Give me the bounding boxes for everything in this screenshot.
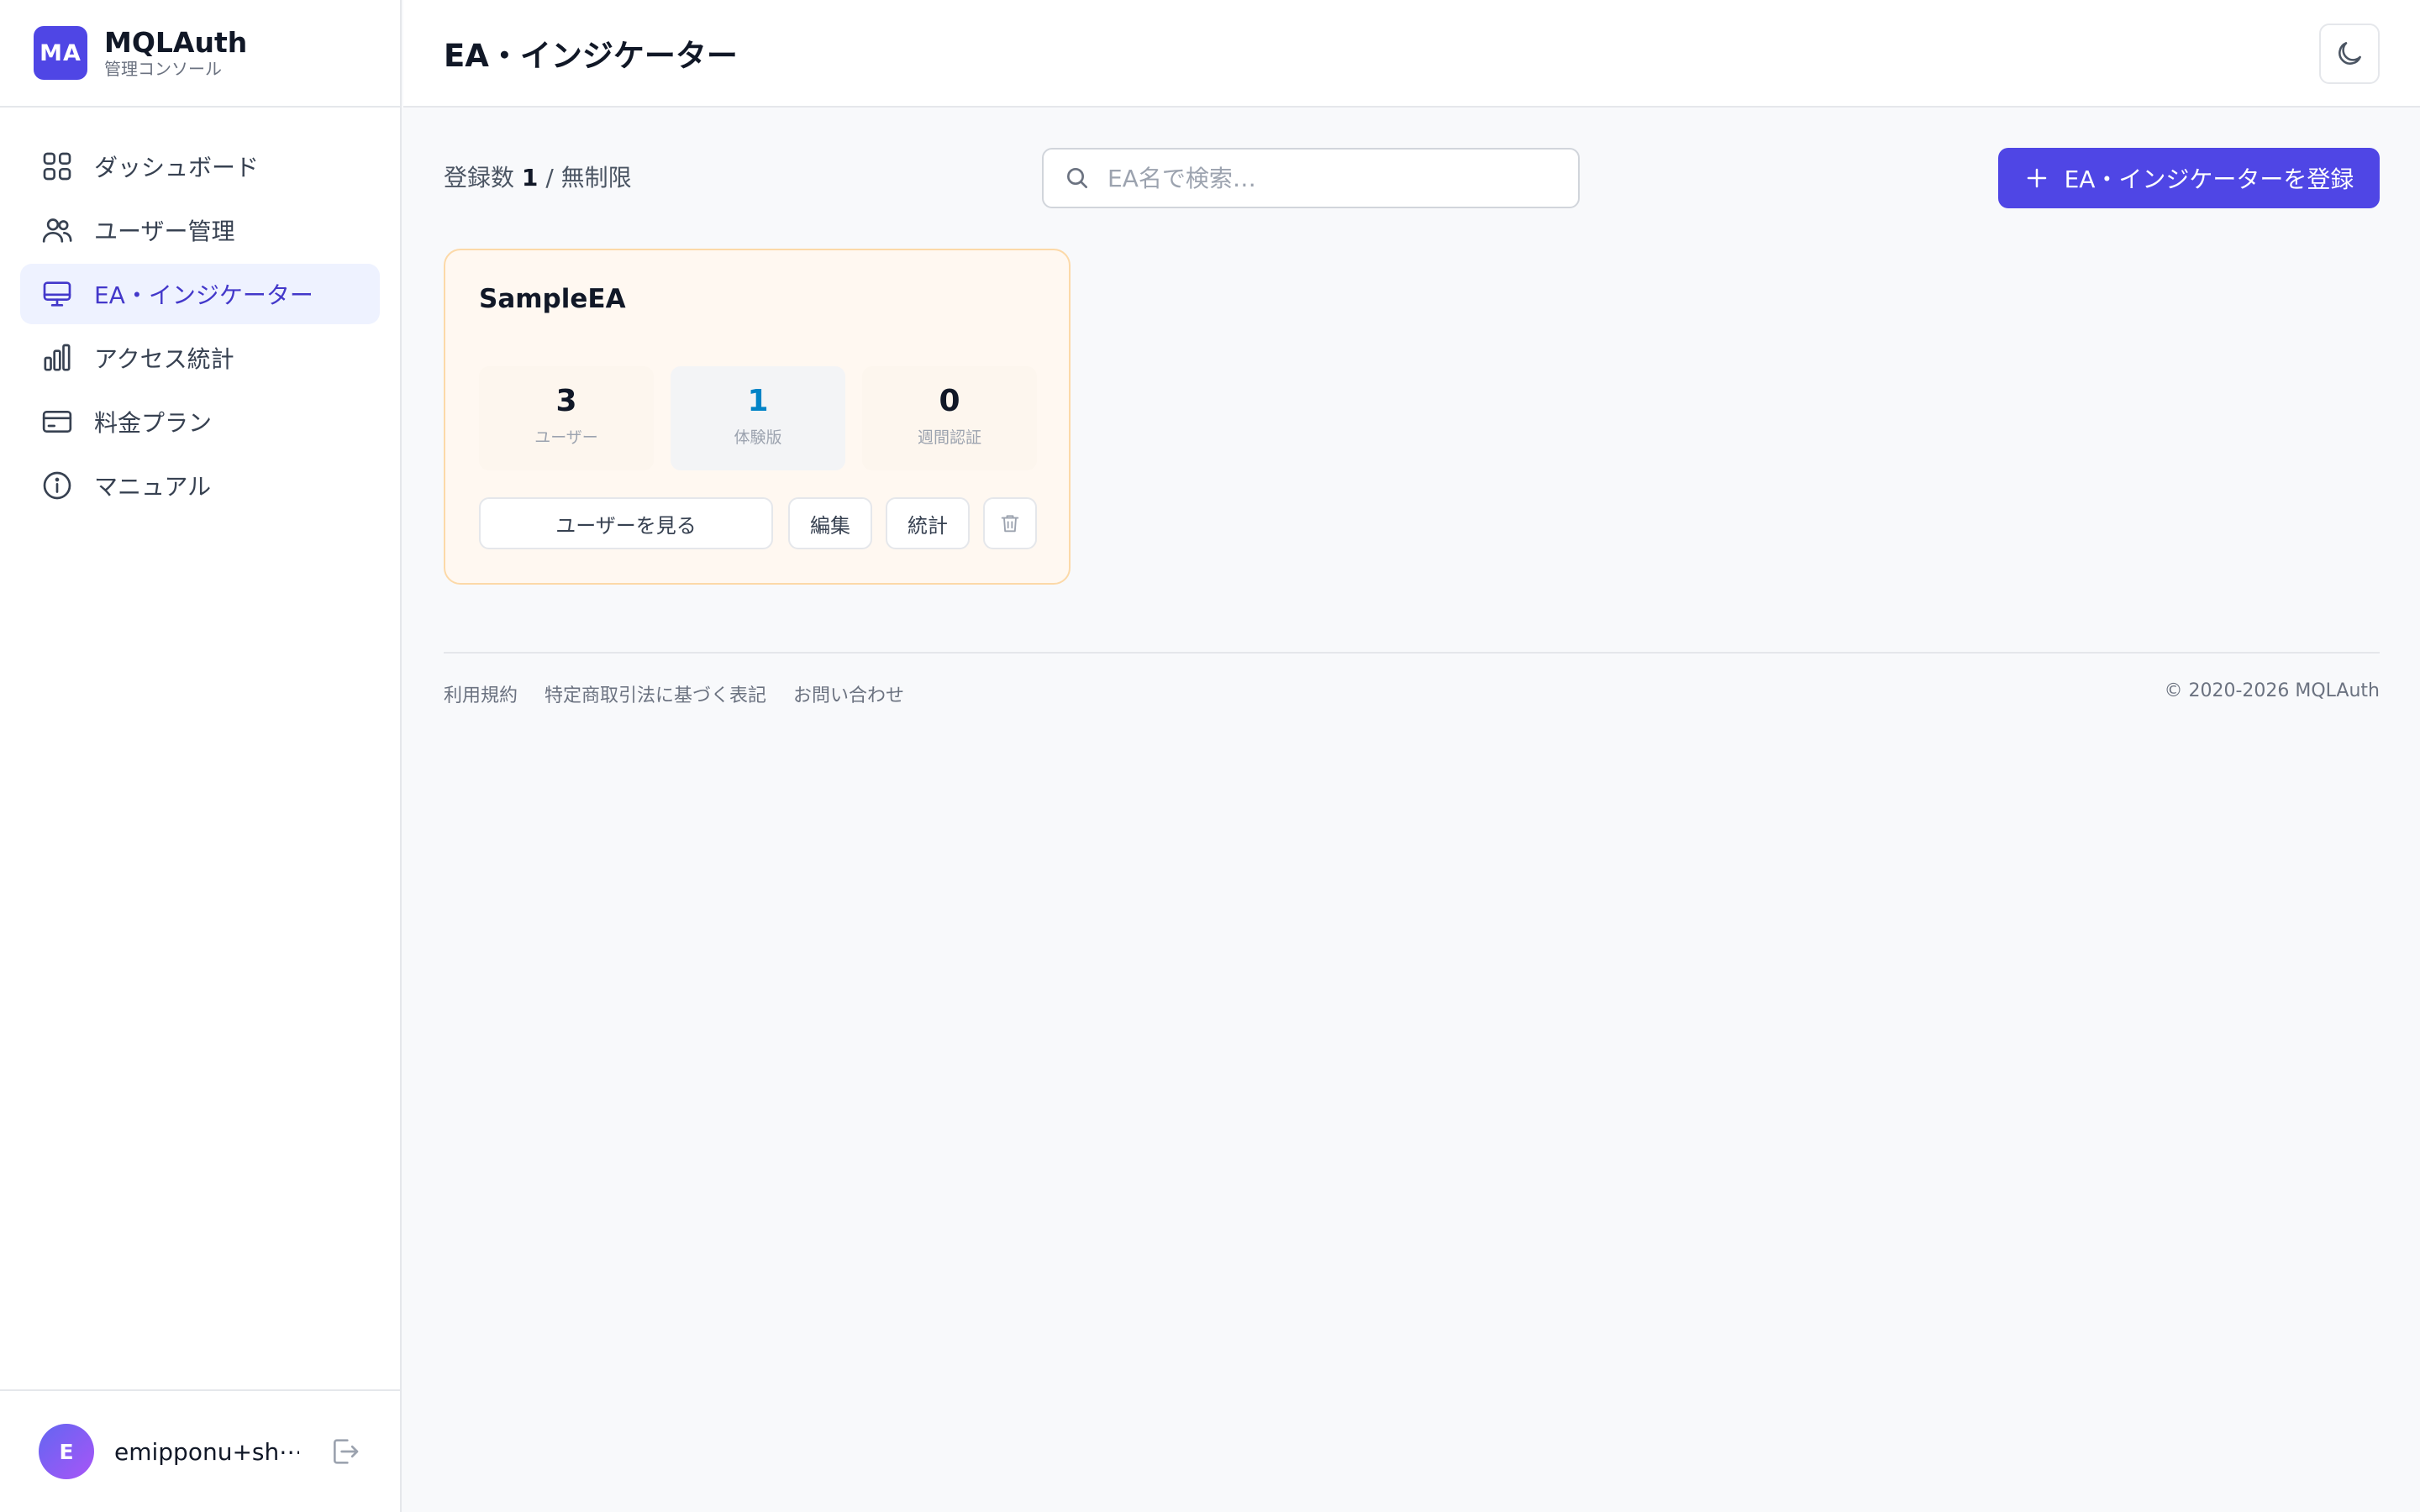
grid-icon [40,150,74,183]
sidebar-item-label: EA・インジケーター [94,281,313,309]
view-users-button[interactable]: ユーザーを見る [479,497,773,549]
sidebar-item-label: マニュアル [94,473,212,501]
stat-value: 0 [939,384,960,418]
add-ea-label: EA・インジケーターを登録 [2064,165,2354,193]
footer-divider [444,652,2380,654]
brand-name: MQLAuth [104,26,248,59]
stat-label: 週間認証 [917,428,981,447]
footer-links: 利用規約 特定商取引法に基づく表記 お問い合わせ [444,680,931,707]
sidebar-item-label: 料金プラン [94,409,213,437]
sidebar: MA MQLAuth 管理コンソール ダッシュボード ユーザー管理 EA・インジ… [0,0,402,1512]
stat-label: 体験版 [734,428,782,447]
moon-icon [2338,42,2361,65]
avatar[interactable]: E [39,1424,94,1479]
stat-value: 1 [747,384,769,418]
stat-trial: 1 体験版 [671,366,845,470]
count-value: 1 [521,164,539,192]
monitor-icon [40,277,74,311]
search-icon [1067,168,1087,188]
info-icon [40,469,74,502]
page-title: EA・インジケーター [444,38,738,74]
plus-icon [2027,168,2046,188]
stat-weekly-auth: 0 週間認証 [862,366,1037,470]
user-profile: E emipponu+sh⋯ [0,1389,400,1512]
sidebar-item-label: アクセス統計 [94,345,234,373]
sidebar-nav: ダッシュボード ユーザー管理 EA・インジケーター アクセス統計 料金プラン マ… [0,108,400,516]
delete-button[interactable] [983,497,1037,549]
users-icon [40,213,74,247]
sidebar-item-dashboard[interactable]: ダッシュボード [20,136,380,197]
search-box [1042,148,1580,208]
sidebar-item-access-stats[interactable]: アクセス統計 [20,328,380,388]
brand-logo: MA [34,26,87,80]
sidebar-item-label: ユーザー管理 [94,218,235,245]
credit-card-icon [40,405,74,438]
stat-value: 3 [555,384,577,418]
stats-button[interactable]: 統計 [886,497,970,549]
bar-chart-icon [40,341,74,375]
sidebar-item-ea-indicators[interactable]: EA・インジケーター [20,264,380,324]
count-prefix: 登録数 [444,164,515,192]
copyright: © 2020-2026 MQLAuth [2164,680,2380,701]
brand-subtitle: 管理コンソール [104,59,222,79]
stat-label: ユーザー [534,428,598,447]
footer-link-terms[interactable]: 利用規約 [444,680,518,707]
top-header: EA・インジケーター [403,0,2420,108]
edit-button[interactable]: 編集 [788,497,872,549]
sidebar-item-users[interactable]: ユーザー管理 [20,200,380,260]
trash-icon [1001,515,1019,533]
sidebar-item-label: ダッシュボード [94,154,260,181]
footer-link-legal[interactable]: 特定商取引法に基づく表記 [544,680,766,707]
stat-users: 3 ユーザー [479,366,654,470]
count-suffix: / 無制限 [545,164,632,192]
registration-count: 登録数 1 / 無制限 [444,160,632,193]
sidebar-item-manual[interactable]: マニュアル [20,455,380,516]
footer-link-contact[interactable]: お問い合わせ [793,680,904,707]
ea-name: SampleEA [479,284,626,314]
search-input[interactable] [1107,164,1578,192]
logout-icon[interactable] [328,1435,361,1468]
sidebar-item-pricing[interactable]: 料金プラン [20,391,380,452]
user-email: emipponu+sh⋯ [114,1437,299,1466]
add-ea-button[interactable]: EA・インジケーターを登録 [1998,148,2380,208]
theme-toggle-button[interactable] [2319,24,2380,84]
brand: MA MQLAuth 管理コンソール [0,0,400,108]
ea-card: SampleEA 3 ユーザー 1 体験版 0 週間認証 ユーザーを見る 編集 … [444,249,1071,585]
